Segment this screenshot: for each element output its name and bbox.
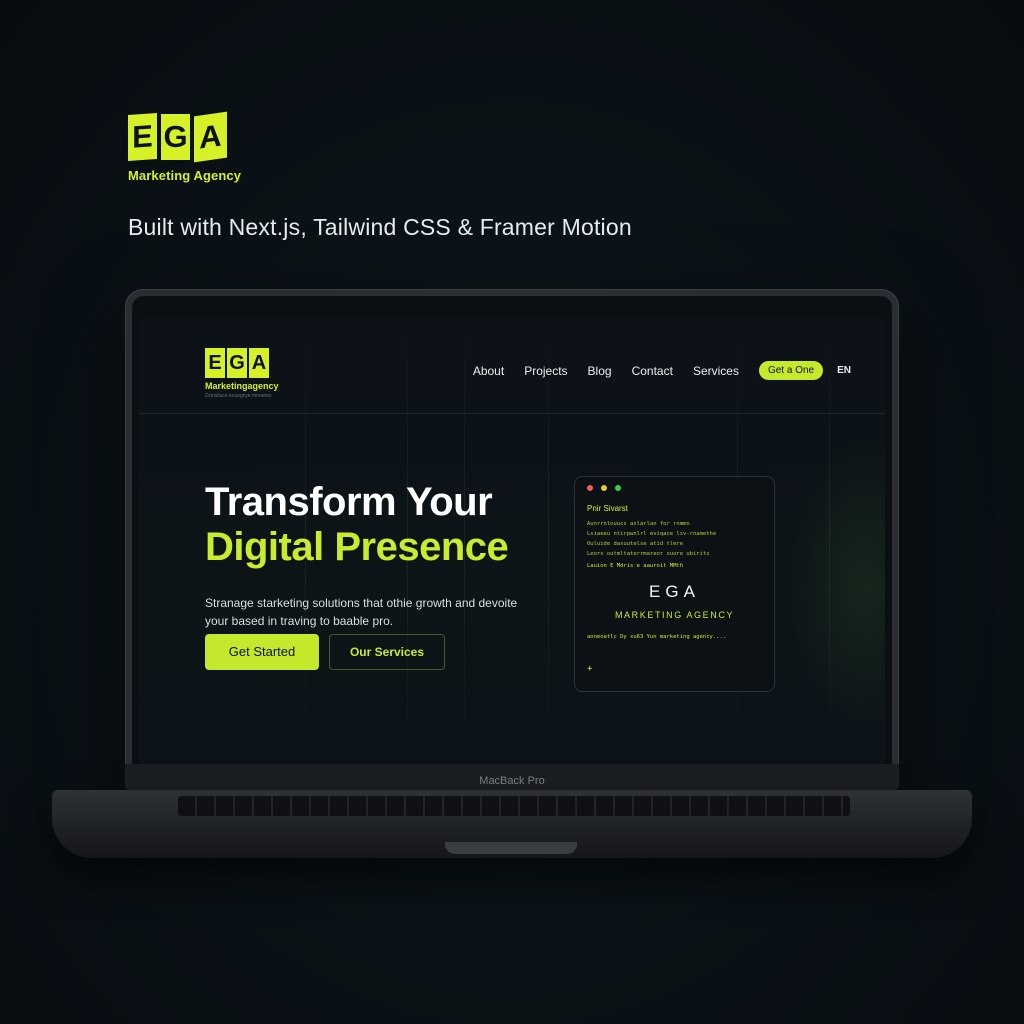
site-logo-letter-e: E bbox=[205, 348, 225, 378]
screen-glow bbox=[785, 437, 885, 737]
nav-link-contact[interactable]: Contact bbox=[632, 364, 673, 378]
main-nav: About Projects Blog Contact Services Get… bbox=[473, 361, 851, 380]
laptop-notch bbox=[445, 842, 577, 854]
terminal-line: Lauion E Mdris e aauroit MMth bbox=[587, 563, 684, 569]
keyboard bbox=[178, 796, 850, 816]
site-logo-mark: E G A bbox=[205, 348, 279, 378]
terminal-line: Leorx outmltaterrmareor suore ubirits bbox=[587, 551, 710, 557]
site-logo-letter-g: G bbox=[227, 348, 247, 378]
terminal-footer-line: aoneoatlc Dy su63 Yun marketing agency..… bbox=[587, 634, 727, 640]
terminal-title: Pnir Sivarst bbox=[587, 504, 628, 513]
close-dot-icon[interactable] bbox=[587, 485, 593, 491]
header-divider bbox=[139, 413, 885, 414]
maximize-dot-icon[interactable] bbox=[615, 485, 621, 491]
hero-title-line2: Digital Presence bbox=[205, 525, 509, 569]
site-logo-subtitle: Marketingagency bbox=[205, 381, 279, 391]
terminal-window: Pnir Sivarst Aunrrnlouucs aslarlan for r… bbox=[574, 476, 775, 692]
hero-title-line1: Transform Your bbox=[205, 480, 493, 524]
logo-letter-g: G bbox=[161, 114, 190, 160]
nav-link-about[interactable]: About bbox=[473, 364, 504, 378]
hero-description: Stranage starketing solutions that othie… bbox=[205, 596, 518, 628]
device-label: MacBack Pro bbox=[479, 775, 545, 787]
nav-cta-button[interactable]: Get a One bbox=[758, 361, 824, 380]
site-logo-tagline: Zxtrisiluce eouegcye mnoerex bbox=[205, 393, 272, 399]
terminal-ega-logo: EGA bbox=[649, 582, 700, 601]
matrix-line bbox=[548, 317, 549, 764]
terminal-line: Ouluide dasuutelse atid tlere bbox=[587, 541, 684, 547]
site-logo[interactable]: E G A Marketingagency Zxtrisiluce eouegc… bbox=[205, 348, 279, 399]
minimize-dot-icon[interactable] bbox=[601, 485, 607, 491]
terminal-agency-label: MARKETING AGENCY bbox=[614, 610, 735, 620]
site-logo-letter-a: A bbox=[249, 348, 269, 378]
window-controls bbox=[587, 485, 621, 491]
matrix-line bbox=[829, 317, 830, 764]
nav-link-blog[interactable]: Blog bbox=[588, 364, 612, 378]
terminal-line: Lsiaeeu ntirpwnlrl eviqace lsv-rnamethe bbox=[587, 531, 717, 537]
language-switcher[interactable]: EN bbox=[837, 365, 851, 376]
get-started-button[interactable]: Get Started bbox=[205, 634, 319, 670]
logo-letter-a: A bbox=[194, 111, 227, 163]
terminal-lines: Aunrrnlouucs aslarlan for rnmmn Lsiaeeu … bbox=[587, 519, 716, 559]
terminal-prompt: + bbox=[587, 664, 593, 674]
website-screen: E G A Marketingagency Zxtrisiluce eouegc… bbox=[139, 317, 885, 764]
nav-link-services[interactable]: Services bbox=[693, 364, 739, 378]
logo-mark: E G A bbox=[128, 111, 241, 163]
our-services-button[interactable]: Our Services bbox=[329, 634, 445, 670]
terminal-line: Aunrrnlouucs aslarlan for rnmmn bbox=[587, 521, 690, 527]
logo-letter-e: E bbox=[128, 112, 157, 162]
brand-logo: E G A Marketing Agency bbox=[128, 111, 242, 183]
brand-subtitle: Marketing Agency bbox=[128, 168, 242, 183]
nav-link-projects[interactable]: Projects bbox=[524, 364, 567, 378]
tagline: Built with Next.js, Tailwind CSS & Frame… bbox=[128, 214, 632, 240]
